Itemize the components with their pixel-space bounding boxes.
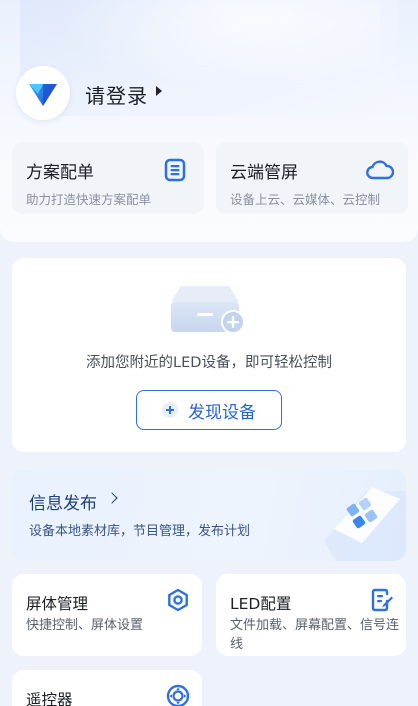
tile-screen-management[interactable]: 屏体管理 快捷控制、屏体设置 <box>12 574 202 656</box>
card-solution-order[interactable]: 方案配单 助力打造快速方案配单 <box>12 142 204 214</box>
tile-title: 屏体管理 <box>26 595 89 613</box>
tile-title: 遥控器 <box>26 691 73 706</box>
info-publish-title: 信息发布 <box>29 494 97 514</box>
card-subtitle: 助力打造快速方案配单 <box>26 192 152 207</box>
document-list-icon <box>164 158 186 182</box>
config-edit-icon <box>371 588 393 612</box>
tile-subtitle: 文件加载、屏幕配置、信号连线 <box>230 618 400 652</box>
tile-subtitle: 快捷控制、屏体设置 <box>26 618 144 633</box>
card-title: 方案配单 <box>26 163 94 183</box>
avatar[interactable] <box>16 66 70 120</box>
login-link[interactable]: 请登录 <box>85 80 148 109</box>
plus-icon <box>162 402 178 418</box>
tile-remote-control[interactable]: 遥控器 <box>12 670 202 706</box>
tile-led-config[interactable]: LED配置 文件加载、屏幕配置、信号连线 <box>216 574 406 656</box>
discover-device-button[interactable]: 发现设备 <box>136 390 282 430</box>
info-publish-subtitle: 设备本地素材库，节目管理，发布计划 <box>29 524 251 539</box>
card-title: 云端管屏 <box>230 163 298 183</box>
publish-illustration <box>324 487 406 561</box>
discover-device-label: 发现设备 <box>188 402 256 423</box>
tile-title: LED配置 <box>230 595 292 613</box>
caret-right-icon[interactable] <box>156 86 162 96</box>
empty-device-text: 添加您附近的LED设备，即可轻松控制 <box>86 355 332 371</box>
cloud-icon <box>366 160 394 180</box>
remote-control-icon <box>166 684 190 706</box>
card-subtitle: 设备上云、云媒体、云控制 <box>230 192 381 207</box>
info-publish-card[interactable]: 信息发布 设备本地素材库，节目管理，发布计划 <box>12 469 406 561</box>
app-logo-icon <box>29 84 57 106</box>
chevron-right-icon <box>106 492 118 504</box>
card-cloud-management[interactable]: 云端管屏 设备上云、云媒体、云控制 <box>216 142 408 214</box>
device-card: 添加您附近的LED设备，即可轻松控制 发现设备 <box>12 258 406 452</box>
screen-settings-icon <box>168 588 188 612</box>
header-banner <box>20 0 398 116</box>
empty-inbox-illustration <box>171 286 245 334</box>
